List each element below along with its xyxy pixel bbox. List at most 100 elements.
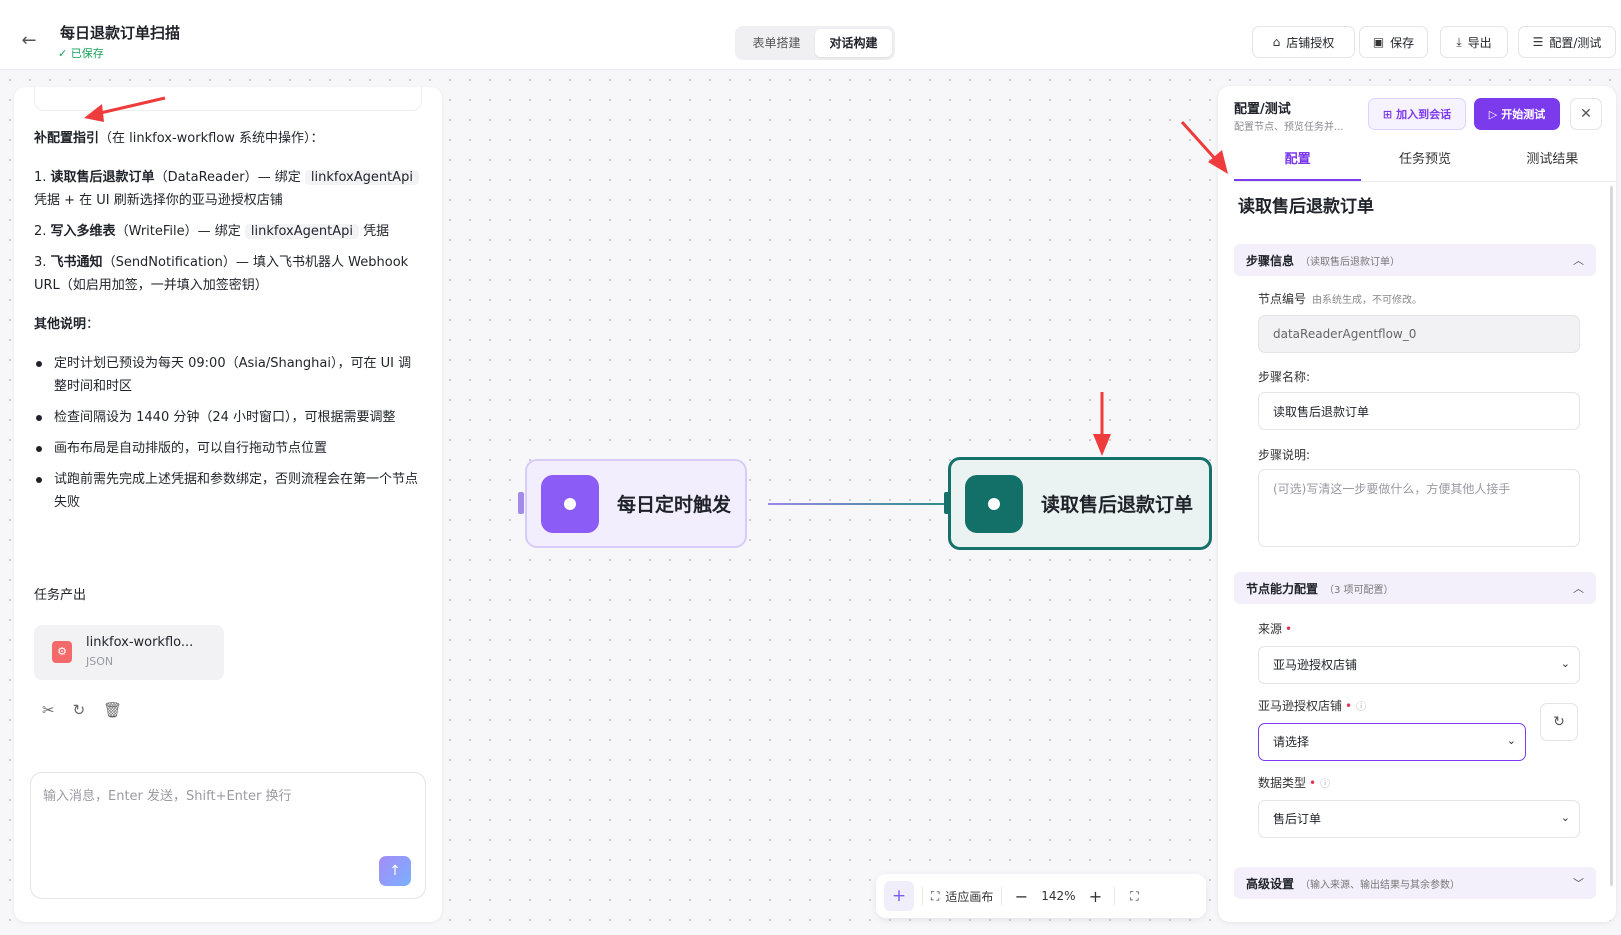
chat-panel: 补配置指引（在 linkfox-workflow 系统中操作）： 1. 读取售后… bbox=[14, 87, 442, 922]
section-title: 高级设置 bbox=[1246, 876, 1295, 891]
mode-switch: 表单搭建 对话构建 bbox=[735, 26, 895, 60]
panel-scrollbar[interactable] bbox=[1610, 186, 1613, 886]
arrow-left-icon[interactable]: ← bbox=[18, 30, 40, 52]
node-title: 读取售后退款订单 bbox=[1238, 197, 1374, 217]
export-label: 导出 bbox=[1467, 35, 1492, 50]
tab-test-results[interactable]: 测试结果 bbox=[1489, 140, 1616, 181]
start-test-button[interactable]: ▷ 开始测试 bbox=[1474, 98, 1560, 130]
step-name: 读取售后退款订单 bbox=[50, 170, 155, 185]
required-mark: • bbox=[1309, 776, 1317, 790]
trash-icon[interactable]: 🗑 bbox=[103, 701, 122, 719]
step-desc: （DataReader）— 绑定 bbox=[154, 170, 305, 185]
sliders-icon: ☰ bbox=[1532, 35, 1544, 49]
tab-form-builder[interactable]: 表单搭建 bbox=[738, 29, 815, 57]
saved-status: ✓ 已保存 bbox=[58, 47, 104, 60]
send-button[interactable]: ↑ bbox=[379, 856, 411, 886]
file-name: linkfox-workflo... bbox=[86, 635, 194, 650]
field-label: 亚马逊授权店铺 bbox=[1258, 699, 1343, 713]
fullscreen-icon[interactable]: ⛶ bbox=[1123, 889, 1145, 904]
source-select-wrap: 亚马逊授权店铺 ⌄ bbox=[1258, 646, 1580, 684]
capability-section-header[interactable]: 节点能力配置 （3 项可配置） ︿ bbox=[1234, 572, 1596, 604]
store-select-wrap: 请选择 ⌄ bbox=[1258, 723, 1526, 761]
store-auth-button[interactable]: ⌂ 店铺授权 bbox=[1252, 26, 1355, 58]
step-desc-label: 步骤说明: bbox=[1258, 448, 1311, 462]
section-hint: （读取售后退款订单） bbox=[1300, 256, 1401, 268]
store-auth-label: 店铺授权 bbox=[1286, 35, 1335, 50]
fit-canvas-button[interactable]: ⛶ 适应画布 bbox=[931, 888, 993, 905]
zoom-out-button[interactable]: − bbox=[1010, 887, 1032, 906]
section-hint: （输入来源、输出结果与其余参数） bbox=[1300, 879, 1461, 891]
colon: ： bbox=[86, 317, 100, 332]
play-icon: ▷ bbox=[1488, 107, 1498, 121]
list-item: 画布布局是自动排版的，可以自行拖动节点位置 bbox=[34, 437, 424, 460]
tab-task-preview[interactable]: 任务预览 bbox=[1361, 140, 1488, 181]
step-name: 飞书通知 bbox=[50, 255, 103, 270]
tab-config[interactable]: 配置 bbox=[1234, 140, 1362, 181]
step-number: 3. bbox=[34, 255, 47, 270]
step-info-section-header[interactable]: 步骤信息 （读取售后退款订单） ︿ bbox=[1234, 244, 1596, 276]
divider bbox=[1001, 887, 1003, 905]
store-label: 亚马逊授权店铺 • ⓘ bbox=[1258, 697, 1366, 714]
other-title: 其他说明 bbox=[34, 317, 87, 332]
refresh-stores-button[interactable]: ↻ bbox=[1540, 703, 1578, 741]
file-type: JSON bbox=[86, 655, 114, 668]
section-title: 步骤信息 bbox=[1246, 253, 1295, 268]
assistant-message: 补配置指引（在 linkfox-workflow 系统中操作）： 1. 读取售后… bbox=[34, 127, 424, 522]
list-item: 1. 读取售后退款订单（DataReader）— 绑定 linkfoxAgent… bbox=[34, 166, 424, 212]
node-input-port[interactable] bbox=[518, 492, 524, 514]
source-label: 来源 • bbox=[1258, 620, 1292, 637]
guide-title: 补配置指引 bbox=[34, 131, 100, 146]
divider bbox=[1114, 887, 1116, 905]
trigger-node-icon bbox=[541, 474, 599, 533]
code-snippet: linkfoxAgentApi bbox=[244, 224, 359, 239]
output-file-card[interactable]: ⚙ linkfox-workflo... JSON bbox=[34, 625, 224, 680]
node-label: 读取售后退款订单 bbox=[1041, 494, 1194, 516]
chevron-down-icon: ﹀ bbox=[1573, 877, 1584, 890]
task-output-label: 任务产出 bbox=[34, 588, 87, 603]
annotation-arrow-icon bbox=[1180, 120, 1228, 174]
chat-input[interactable] bbox=[43, 785, 413, 855]
zoom-in-button[interactable]: + bbox=[1084, 887, 1106, 906]
arrow-up-icon: ↑ bbox=[389, 863, 401, 879]
export-button[interactable]: ⤓ 导出 bbox=[1440, 26, 1508, 58]
section-title: 节点能力配置 bbox=[1246, 581, 1319, 596]
list-item: 2. 写入多维表（WriteFile）— 绑定 linkfoxAgentApi … bbox=[34, 220, 424, 243]
divider bbox=[922, 887, 923, 905]
chevron-up-icon: ︿ bbox=[1573, 582, 1584, 595]
list-item: 定时计划已预设为每天 09:00（Asia/Shanghai），可在 UI 调整… bbox=[34, 352, 424, 398]
save-icon: ▣ bbox=[1372, 35, 1385, 49]
list-item: 3. 飞书通知（SendNotification）— 填入飞书机器人 Webho… bbox=[34, 251, 424, 297]
node-daily-trigger[interactable]: 每日定时触发 bbox=[525, 459, 747, 548]
step-desc-field[interactable] bbox=[1258, 469, 1580, 547]
save-button[interactable]: ▣ 保存 bbox=[1359, 26, 1428, 58]
file-icon: ⚙ bbox=[52, 641, 72, 663]
node-id-field bbox=[1258, 315, 1580, 353]
canvas-zoom-toolbar: + ⛶ 适应画布 − 142% + ⛶ bbox=[876, 874, 1206, 918]
node-id-label: 节点编号 由系统生成，不可修改。 bbox=[1258, 290, 1422, 307]
add-to-chat-button[interactable]: ⊞ 加入到会话 bbox=[1368, 98, 1466, 130]
tab-chat-builder[interactable]: 对话构建 bbox=[815, 29, 892, 57]
tools-icon[interactable]: ✂ bbox=[42, 701, 55, 719]
datatype-select[interactable]: 售后订单 bbox=[1258, 800, 1580, 838]
node-read-refund-orders[interactable]: 读取售后退款订单 bbox=[948, 457, 1212, 550]
field-label: 节点编号 bbox=[1258, 292, 1307, 306]
close-icon[interactable]: ✕ bbox=[1570, 98, 1602, 130]
source-select[interactable]: 亚马逊授权店铺 bbox=[1258, 646, 1580, 684]
other-heading: 其他说明： bbox=[34, 313, 424, 336]
code-snippet: linkfoxAgentApi bbox=[304, 170, 419, 185]
list-item: 试跑前需先完成上述凭据和参数绑定，否则流程会在第一个节点失败 bbox=[34, 468, 424, 514]
config-test-button[interactable]: ☰ 配置/测试 bbox=[1518, 26, 1616, 58]
info-icon: ⓘ bbox=[1320, 779, 1331, 790]
store-select[interactable]: 请选择 bbox=[1258, 723, 1526, 761]
add-node-button[interactable]: + bbox=[884, 881, 914, 911]
advanced-section-header[interactable]: 高级设置 （输入来源、输出结果与其余参数） ﹀ bbox=[1234, 867, 1596, 899]
guide-heading: 补配置指引（在 linkfox-workflow 系统中操作）： bbox=[34, 127, 424, 150]
workflow-title: 每日退款订单扫描 bbox=[60, 24, 181, 42]
refresh-icon[interactable]: ↻ bbox=[73, 701, 86, 719]
datatype-select-wrap: 售后订单 ⌄ bbox=[1258, 800, 1580, 838]
step-name: 写入多维表 bbox=[50, 224, 116, 239]
node-label: 每日定时触发 bbox=[617, 494, 732, 516]
refresh-icon: ↻ bbox=[1553, 714, 1565, 730]
step-name-field[interactable] bbox=[1258, 392, 1580, 430]
config-test-label: 配置/测试 bbox=[1549, 35, 1602, 50]
